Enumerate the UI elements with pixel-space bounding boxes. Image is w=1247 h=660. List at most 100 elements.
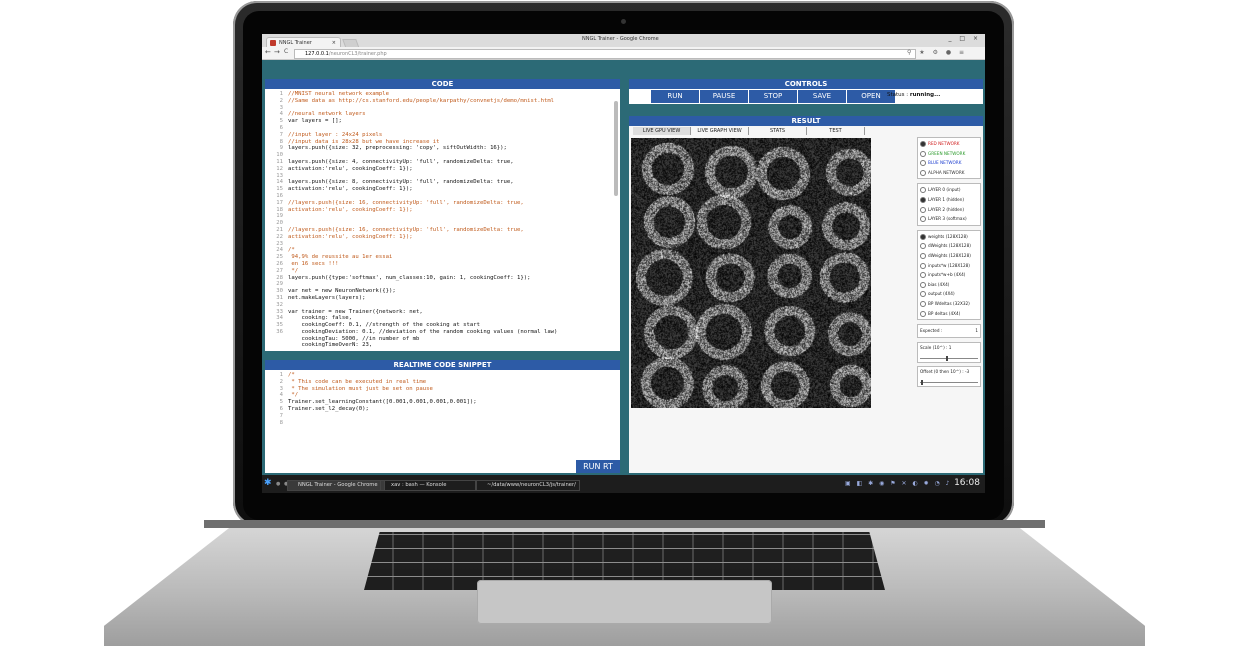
system-tray-icons[interactable]: ▣ ◧ ✱ ◉ ⚑ ✕ ◐ ✹ ◔ ♪ <box>845 480 952 487</box>
expected-value[interactable]: 1 <box>975 327 978 335</box>
radio-icon[interactable] <box>920 291 926 298</box>
address-bar[interactable]: 127.0.0.1/neuronCL3/trainer.php <box>294 49 916 59</box>
code-source[interactable]: //MNIST neural network example//Same dat… <box>288 91 608 349</box>
offset-track[interactable] <box>920 382 978 384</box>
window-controls[interactable]: _ □ × <box>948 35 981 42</box>
code-editor[interactable]: 1 2 3 4 5 6 7 8 9 10 11 12 13 14 15 16 1… <box>265 89 620 351</box>
scale-slider[interactable]: Scale (10^) : 1 <box>917 342 981 364</box>
radio-icon[interactable] <box>920 187 926 194</box>
view-option[interactable]: dWeights (128X128) <box>920 251 978 261</box>
extension-icons[interactable]: ⚲ ★ ⚙ ● ≡ <box>907 49 967 56</box>
view-option[interactable]: inputs*w (128X128) <box>920 261 978 271</box>
forward-icon[interactable]: → <box>274 48 280 56</box>
tab-title: NNGL Trainer <box>279 40 312 46</box>
clock: 16:08 <box>954 478 980 488</box>
start-menu-icon[interactable]: ✱ <box>264 479 272 488</box>
radio-icon[interactable] <box>920 150 926 157</box>
radio-icon[interactable] <box>920 300 926 307</box>
snippet-line <box>288 413 608 420</box>
network-option[interactable]: ALPHA NETWORK <box>920 168 978 178</box>
view-option[interactable]: dWeights (128X128) <box>920 241 978 251</box>
view-option[interactable]: output (4X4) <box>920 289 978 299</box>
snippet-editor[interactable]: 1 2 3 4 5 6 7 8 /* * This code can be ex… <box>265 370 620 458</box>
offset-thumb[interactable] <box>921 380 923 386</box>
layer-option-label: LAYER 3 (softmax) <box>928 216 967 222</box>
snippet-line <box>288 420 608 427</box>
taskbar-item-konsole[interactable]: xav : bash — Konsole <box>380 480 476 491</box>
snippet-source[interactable]: /* * This code can be executed in real t… <box>288 372 608 426</box>
radio-icon[interactable] <box>920 160 926 167</box>
view-option[interactable]: inputs*w+b (4X4) <box>920 270 978 280</box>
view-option[interactable]: weights (128X128) <box>920 232 978 242</box>
scale-track[interactable] <box>920 358 978 360</box>
code-line: //Same data as http://cs.stanford.edu/pe… <box>288 97 555 104</box>
radio-icon[interactable] <box>920 216 926 223</box>
view-option-label: dWeights (128X128) <box>928 243 971 249</box>
radio-icon[interactable] <box>920 169 926 176</box>
offset-value: -3 <box>964 369 970 375</box>
expected-label: Expected : <box>920 328 943 334</box>
network-option[interactable]: GREEN NETWORK <box>920 149 978 159</box>
scale-thumb[interactable] <box>946 356 948 362</box>
tab-live-graph-view[interactable]: LIVE GRAPH VIEW <box>691 127 749 135</box>
back-icon[interactable]: ← <box>265 48 271 56</box>
run-rt-button[interactable]: RUN RT <box>576 460 620 473</box>
code-line: activation:'relu', cookingCoeff: 1}); <box>288 206 413 213</box>
offset-slider[interactable]: Offset (0 then 10^) : -3 <box>917 366 981 388</box>
network-option-label: RED NETWORK <box>928 141 960 146</box>
code-line: layers.push({size: 32, preprocessing: 'c… <box>288 145 507 152</box>
tab-stats[interactable]: STATS <box>749 127 807 135</box>
run-button[interactable]: RUN <box>651 90 700 103</box>
radio-icon[interactable] <box>920 252 926 259</box>
view-option-label: BP deltas (4X4) <box>928 310 961 316</box>
layer-option[interactable]: LAYER 1 (hidden) <box>920 195 978 205</box>
radio-icon[interactable] <box>920 141 926 147</box>
expected-field[interactable]: Expected : 1 <box>917 324 981 339</box>
view-option-label: dWeights (128X128) <box>928 252 971 258</box>
stop-button[interactable]: STOP <box>749 90 798 103</box>
code-line: /* <box>288 247 295 254</box>
radio-icon[interactable] <box>920 281 926 288</box>
view-option[interactable]: bias (4X4) <box>920 280 978 290</box>
network-option[interactable]: RED NETWORK <box>920 139 978 149</box>
taskbar-item-chrome[interactable]: NNGL Trainer - Google Chrome <box>287 480 385 491</box>
status-value: running... <box>909 92 941 98</box>
save-button[interactable]: SAVE <box>798 90 847 103</box>
snippet-line: * This code can be executed in real time <box>288 378 427 385</box>
radio-icon[interactable] <box>920 206 926 213</box>
radio-icon[interactable] <box>920 243 926 250</box>
result-title: RESULT <box>629 116 983 126</box>
radio-icon[interactable] <box>920 310 926 317</box>
offset-label: Offset (0 then 10^) : <box>920 369 964 375</box>
browser-toolbar: ← → C 127.0.0.1/neuronCL3/trainer.php ⚲ … <box>262 47 985 60</box>
layer-option[interactable]: LAYER 2 (hidden) <box>920 205 978 215</box>
controls-panel: CONTROLS RUN PAUSE STOP SAVE OPEN Status… <box>629 79 983 104</box>
tab-test[interactable]: TEST <box>807 127 865 135</box>
network-weights-visualization <box>631 138 871 408</box>
layer-option[interactable]: LAYER 3 (softmax) <box>920 214 978 224</box>
network-option[interactable]: BLUE NETWORK <box>920 158 978 168</box>
pause-button[interactable]: PAUSE <box>700 90 749 103</box>
code-line: cookingCoeff: 0.1, //strength of the coo… <box>288 322 480 329</box>
radio-icon[interactable] <box>920 262 926 269</box>
view-option[interactable]: BP Wdeltas (32X32) <box>920 299 978 309</box>
code-line: 94,9% de reussite au 1er essai <box>288 254 393 261</box>
snippet-line: */ <box>288 392 299 399</box>
radio-icon[interactable] <box>920 233 926 240</box>
code-scrollbar[interactable] <box>614 101 618 196</box>
tab-live-gpu-view[interactable]: LIVE GPU VIEW <box>633 127 691 135</box>
browser-tab[interactable]: NNGL Trainer × <box>266 37 341 47</box>
scale-value: 1 <box>948 345 952 351</box>
screen: NNGL Trainer × NNGL Trainer - Google Chr… <box>262 34 985 493</box>
radio-icon[interactable] <box>920 272 926 279</box>
radio-icon[interactable] <box>920 196 926 203</box>
view-option[interactable]: BP deltas (4X4) <box>920 309 978 319</box>
view-option-label: inputs*w (128X128) <box>928 262 970 268</box>
window-titlebar: NNGL Trainer × NNGL Trainer - Google Chr… <box>262 34 985 49</box>
code-line: //MNIST neural network example <box>288 91 390 97</box>
taskbar-item-folder[interactable]: ~/data/www/neuronCL3/js/trainer/ <box>476 480 580 491</box>
layer-option[interactable]: LAYER 0 (input) <box>920 185 978 195</box>
reload-icon[interactable]: C <box>284 48 288 55</box>
